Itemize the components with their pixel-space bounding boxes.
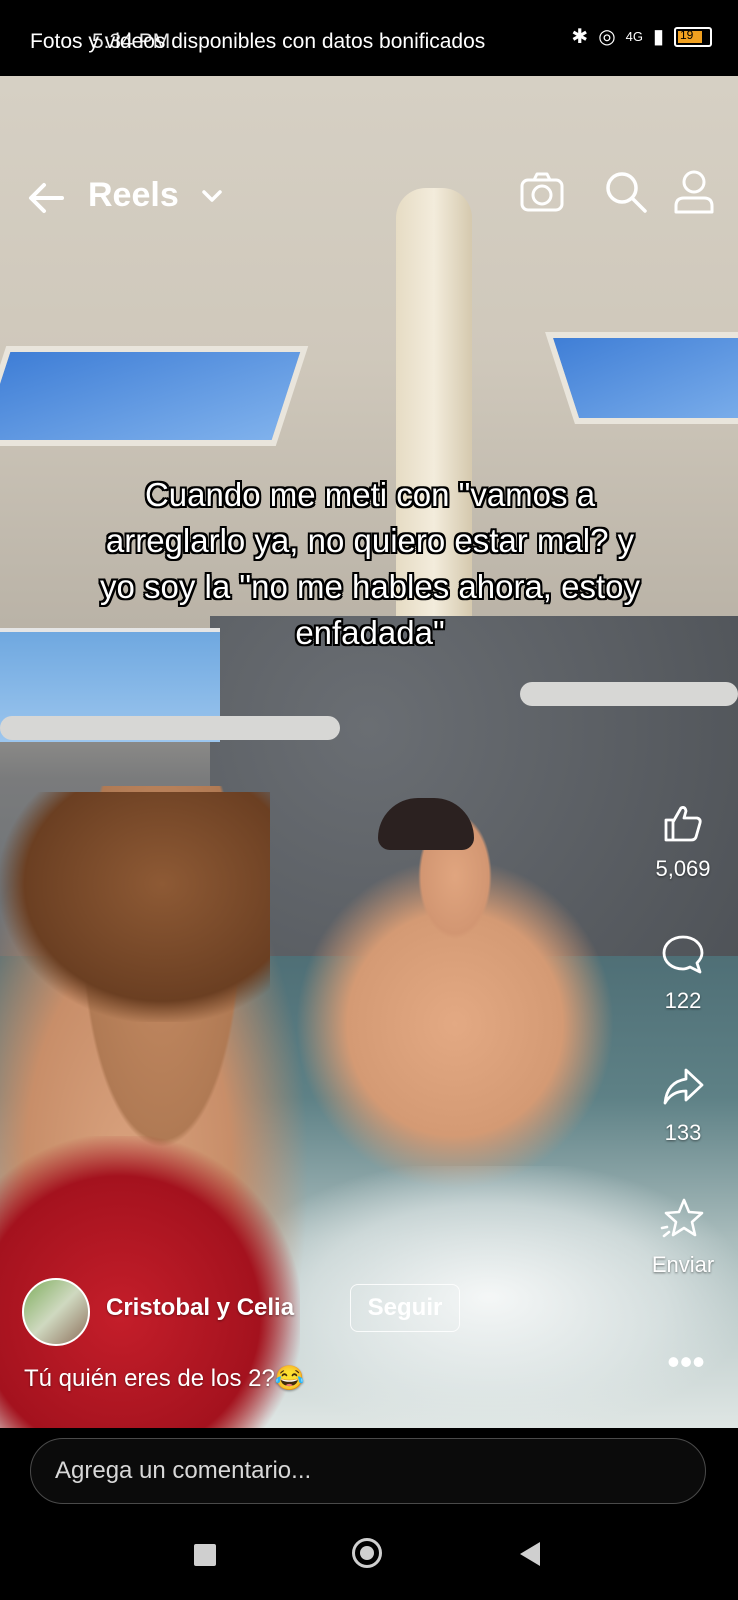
follow-button[interactable]: Seguir [350, 1284, 460, 1332]
avatar[interactable] [22, 1278, 90, 1346]
camera-button[interactable] [518, 168, 566, 216]
system-back-button[interactable] [520, 1542, 540, 1566]
share-count: 133 [664, 1120, 702, 1145]
send-action[interactable]: Enviar [628, 1196, 738, 1278]
search-button[interactable] [602, 168, 650, 216]
bluetooth-icon: ✱ [571, 26, 589, 48]
search-icon [606, 172, 647, 213]
camera-icon [520, 172, 564, 212]
person-icon [674, 170, 714, 214]
profile-button[interactable] [670, 168, 718, 216]
home-button[interactable] [352, 1538, 382, 1568]
comment-count: 122 [664, 988, 702, 1013]
sparkle-star-icon [660, 1198, 704, 1238]
comment-action[interactable]: 122 [628, 932, 738, 1014]
arrow-left-icon [29, 183, 64, 213]
comment-input[interactable] [30, 1438, 706, 1504]
back-button[interactable] [24, 176, 68, 220]
share-icon [663, 1068, 704, 1105]
chevron-down-icon [202, 190, 222, 202]
pipe-right [520, 682, 738, 706]
signal-icon: ▮ [652, 26, 664, 48]
system-nav-bar [0, 1520, 738, 1600]
skylight-left [0, 346, 309, 446]
reels-dropdown-button[interactable] [200, 184, 224, 208]
author-name[interactable]: Cristobal y Celia [106, 1294, 294, 1322]
status-bar: Fotos y videos disponibles con datos bon… [0, 0, 738, 76]
battery-level: 19 [680, 27, 694, 42]
comment-bar [0, 1428, 738, 1520]
share-action[interactable]: 133 [628, 1064, 738, 1146]
video-caption-overlay: Cuando me meti con "vamos a arreglarlo y… [99, 476, 641, 651]
comment-icon [662, 935, 704, 974]
thumbs-up-icon [664, 806, 702, 842]
page-title[interactable]: Reels [88, 176, 179, 215]
skylight-right [545, 332, 738, 424]
post-caption[interactable]: Tú quién eres de los 2?😂 [24, 1364, 305, 1393]
recent-apps-button[interactable] [194, 1544, 216, 1566]
person-right [255, 816, 655, 1216]
like-count: 5,069 [655, 856, 711, 881]
status-icons: ✱ ◎ 4G ▮ 19 [571, 24, 712, 49]
pipe-left [0, 716, 340, 740]
person-left-hair [0, 792, 270, 1022]
battery-icon: 19 [674, 26, 712, 47]
reels-header: Reels [0, 160, 738, 240]
more-dots-icon: ••• [667, 1341, 705, 1382]
more-options-button[interactable]: ••• [664, 1344, 708, 1380]
like-action[interactable]: 5,069 [628, 800, 738, 882]
alarm-icon: ◎ [598, 26, 616, 48]
network-label: 4G [625, 29, 643, 44]
status-time: 5:34 PM [92, 30, 171, 53]
send-label: Enviar [651, 1252, 715, 1277]
